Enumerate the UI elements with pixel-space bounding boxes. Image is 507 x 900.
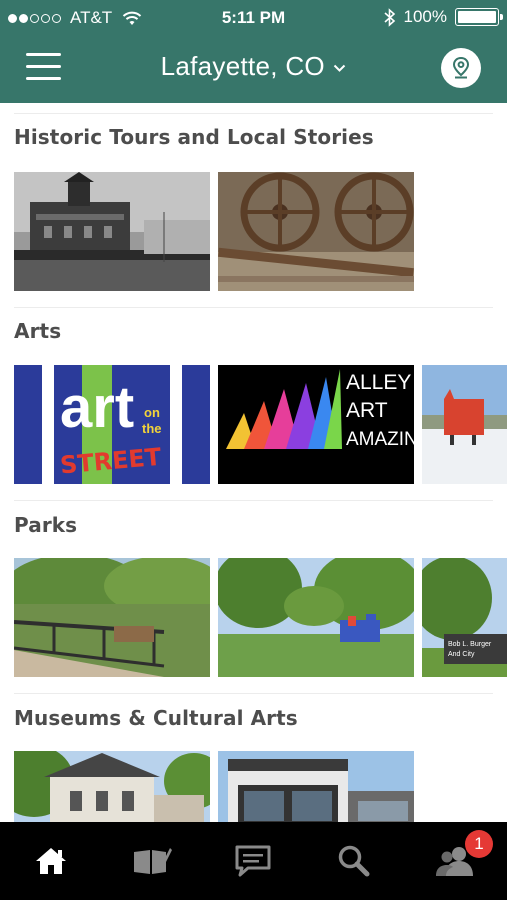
tab-messages[interactable] xyxy=(202,822,303,900)
notification-badge: 1 xyxy=(465,830,493,858)
chevron-down-icon xyxy=(334,65,346,73)
content-scroll-area[interactable]: Historic Tours and Local Stories Arts ar… xyxy=(0,103,507,822)
app-header: AT&T 5:11 PM 100% Lafayette, CO xyxy=(0,0,507,103)
nav-bar: Lafayette, CO xyxy=(0,34,507,103)
art-word: art xyxy=(60,375,134,440)
map-pin-icon xyxy=(452,56,470,79)
section-divider xyxy=(14,113,493,114)
section-divider xyxy=(14,307,493,308)
tile-gallery-building[interactable] xyxy=(218,751,414,822)
park-sign-line2: And City xyxy=(448,651,475,658)
bluetooth-icon xyxy=(383,7,395,27)
the-word: the xyxy=(142,421,162,436)
location-button[interactable] xyxy=(441,48,481,88)
tab-guide[interactable] xyxy=(101,822,202,900)
status-bar: AT&T 5:11 PM 100% xyxy=(0,0,507,34)
search-icon xyxy=(338,845,369,877)
on-word: on xyxy=(144,405,160,420)
section-divider xyxy=(14,693,493,694)
status-right: 100% xyxy=(383,7,503,27)
section-divider xyxy=(14,500,493,501)
battery-icon xyxy=(455,8,503,26)
section-title-historic[interactable]: Historic Tours and Local Stories xyxy=(14,125,374,149)
home-icon xyxy=(35,848,66,874)
alley-line: ALLEY xyxy=(346,371,411,394)
city-selector[interactable]: Lafayette, CO xyxy=(0,51,507,82)
amazin-line: AMAZIN' xyxy=(346,429,414,450)
tile-park-bridge[interactable] xyxy=(14,558,210,677)
tile-historic-house[interactable] xyxy=(14,751,210,822)
section-title-parks[interactable]: Parks xyxy=(14,513,77,537)
tile-park-sign[interactable]: Bob L. Burger And City xyxy=(422,558,507,677)
section-title-arts[interactable]: Arts xyxy=(14,319,61,343)
tab-bar: 1 xyxy=(0,822,507,900)
section-title-museums[interactable]: Museums & Cultural Arts xyxy=(14,706,298,730)
tile-historic-city-hall[interactable] xyxy=(14,172,210,291)
tile-art-on-the-street[interactable]: art on the STREET xyxy=(14,365,210,484)
book-icon xyxy=(133,848,172,874)
tile-park-playground[interactable] xyxy=(218,558,414,677)
tile-old-train-wheels[interactable] xyxy=(218,172,414,291)
tile-red-sculpture-snow[interactable] xyxy=(422,365,507,484)
tab-search[interactable] xyxy=(303,822,404,900)
tile-alley-art-amazin[interactable]: ALLEY ART AMAZIN' xyxy=(218,365,414,484)
chat-icon xyxy=(235,845,270,877)
city-name: Lafayette, CO xyxy=(160,51,325,81)
art-line: ART xyxy=(346,399,388,422)
tab-home[interactable] xyxy=(0,822,101,900)
tab-friends[interactable]: 1 xyxy=(404,822,505,900)
park-sign-line1: Bob L. Burger xyxy=(448,641,492,648)
battery-percent: 100% xyxy=(403,7,447,26)
